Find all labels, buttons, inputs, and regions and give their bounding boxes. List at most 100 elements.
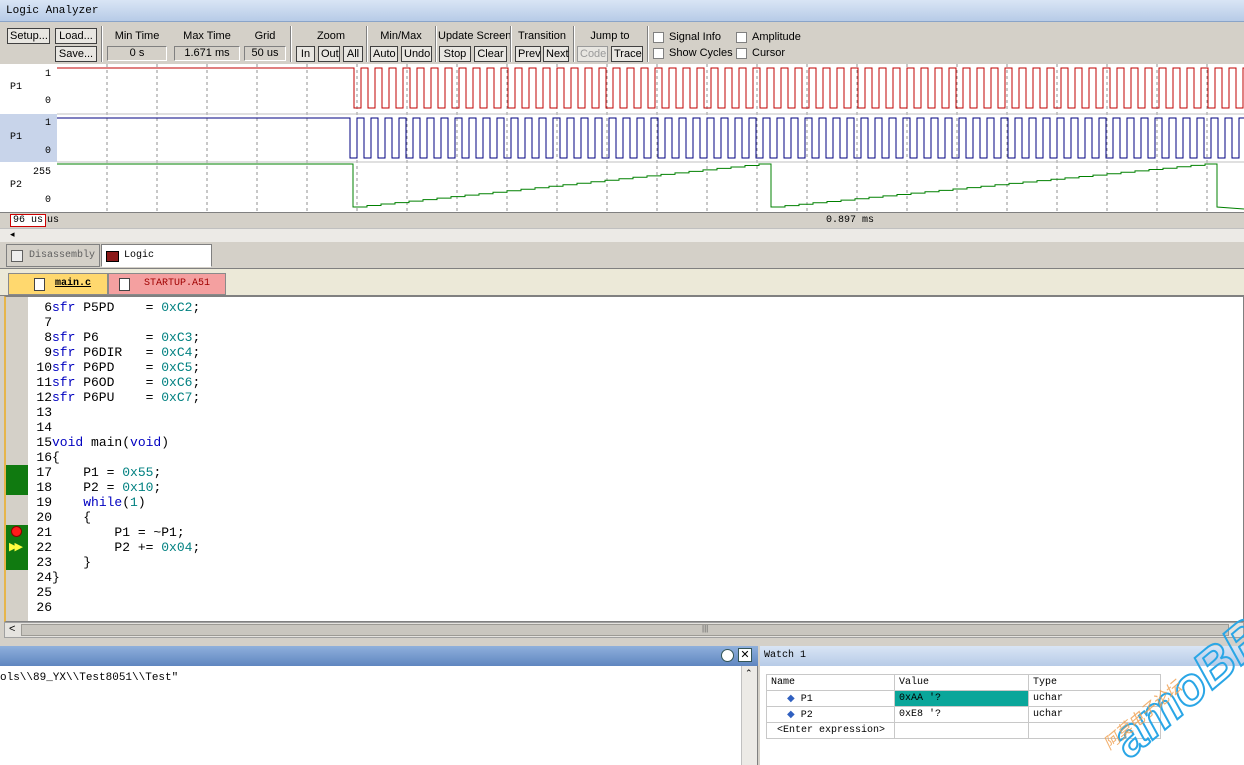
amplitude-checkbox[interactable] [736,32,747,43]
scrollbar-thumb[interactable]: ||| [21,624,1229,636]
undo-button[interactable]: Undo [401,46,432,62]
code-line[interactable]: 25 [28,585,200,600]
watch-value[interactable]: 0xE8 '? [894,706,1029,723]
signal-min: 0 [44,96,51,107]
tab-disassembly[interactable]: Disassembly [6,244,101,267]
tab-logic-analyzer[interactable]: Logic Analyzer [101,244,212,283]
code-line[interactable]: 26 [28,600,200,615]
watch-value [894,722,1029,739]
code-line[interactable]: 14 [28,420,200,435]
coverage-marker [6,465,28,480]
code-line[interactable]: 17 P1 = 0x55; [28,465,200,480]
code-line[interactable]: 23 } [28,555,200,570]
breakpoint-icon[interactable] [11,526,22,537]
window-title: Logic Analyzer [0,0,1244,22]
code-line[interactable]: 9sfr P6DIR = 0xC4; [28,345,200,360]
editor-gutter[interactable]: ▶▶ [6,297,28,621]
output-text: ols\\89_YX\\Test8051\\Test" [0,672,179,684]
close-icon[interactable]: ✕ [738,648,752,662]
watch-header-value[interactable]: Value [894,674,1029,691]
signal-row-p1-red[interactable]: P1 1 0 [0,64,57,114]
watch-type: uchar [1028,706,1161,723]
pin-icon[interactable] [721,649,734,662]
prev-button[interactable]: Prev [515,46,541,62]
save-button[interactable]: Save... [55,46,97,62]
file-tabs: main.c STARTUP.A51 [0,269,1244,296]
code-editor[interactable]: ▶▶ 6sfr P5PD = 0xC2; 7 8sfr P6 = 0xC3; 9sfr… [4,296,1244,622]
signal-row-p2[interactable]: P2 255 0 [0,162,57,212]
code-line[interactable]: 16{ [28,450,200,465]
watch-header-type[interactable]: Type [1028,674,1161,691]
setup-button[interactable]: Setup... [7,28,50,44]
signal-name: P2 [10,180,23,191]
disassembly-icon [11,250,23,262]
code-line[interactable]: 22 P2 += 0x04; [28,540,200,555]
code-line[interactable]: 15void main(void) [28,435,200,450]
coverage-marker [6,480,28,495]
logic-analyzer-icon [106,251,119,262]
clear-button[interactable]: Clear [474,46,507,62]
waveform-canvas[interactable] [57,64,1244,212]
waveform-scrollbar[interactable]: ◂ [0,228,1244,242]
auto-button[interactable]: Auto [370,46,398,62]
code-line[interactable]: 10sfr P6PD = 0xC5; [28,360,200,375]
code-line[interactable]: 11sfr P6OD = 0xC6; [28,375,200,390]
code-line[interactable]: 18 P2 = 0x10; [28,480,200,495]
signal-row-p1-blue[interactable]: P1 1 0 [0,114,57,162]
enter-expression[interactable]: <Enter expression> [766,722,895,739]
scroll-left-icon[interactable]: ◂ [10,229,15,240]
zoom-all-button[interactable]: All [343,46,363,62]
zoom-out-button[interactable]: Out [318,46,340,62]
output-scrollbar[interactable]: ⌃ [741,666,757,765]
p1-red-waveform [57,67,1244,109]
current-line-arrow-icon: ▶▶ [9,541,23,553]
minmax-label: Min/Max [380,30,422,42]
code-line[interactable]: 7 [28,315,200,330]
signal-name: P1 [10,82,23,93]
watch-type [1028,722,1161,739]
logic-analyzer-toolbar: Setup... Load... Save... Min Time 0 s Ma… [0,22,1244,64]
next-button[interactable]: Next [543,46,569,62]
code-line[interactable]: 6sfr P5PD = 0xC2; [28,300,200,315]
load-button[interactable]: Load... [55,28,97,44]
code-line[interactable]: 8sfr P6 = 0xC3; [28,330,200,345]
watch-value[interactable]: 0xAA '? [894,690,1029,707]
editor-horizontal-scrollbar[interactable]: < ||| [4,622,1244,638]
tab-label: Disassembly [29,250,96,261]
signal-info-checkbox[interactable] [653,32,664,43]
grid-value: 50 us [244,46,286,61]
watch-window[interactable]: Name Value Type ◆ P1 0xAA '? uchar ◆ P2 … [760,666,1244,765]
stop-button[interactable]: Stop [439,46,471,62]
code-line[interactable]: 12sfr P6PU = 0xC7; [28,390,200,405]
signal-name: P1 [10,132,23,143]
zoom-in-button[interactable]: In [296,46,315,62]
waveform-area[interactable]: P1 1 0 P1 1 0 P2 255 0 [0,64,1244,212]
cursor-checkbox[interactable] [736,48,747,59]
watch-header-name[interactable]: Name [766,674,895,691]
show-cycles-checkbox[interactable] [653,48,664,59]
scroll-up-icon[interactable]: ⌃ [745,668,753,679]
signal-min: 0 [44,146,51,157]
signal-max: 255 [32,167,51,178]
cursor-time: 96 us [10,214,47,227]
code-line[interactable]: 21 P1 = ~P1; [28,525,200,540]
scroll-left-icon[interactable]: < [9,623,15,635]
tab-main-c[interactable]: main.c [8,273,108,295]
min-time-value: 0 s [107,46,167,61]
variable-icon: ◆ [787,693,795,705]
code-line[interactable]: 24} [28,570,200,585]
watch-row[interactable]: ◆ P1 0xAA '? uchar [766,690,1161,707]
output-panel[interactable]: ols\\89_YX\\Test8051\\Test" ⌃ [0,666,758,765]
tab-label: main.c [55,278,92,289]
watch-row-enter[interactable]: <Enter expression> [766,722,1161,739]
tab-startup-a51[interactable]: STARTUP.A51 [108,273,226,295]
code-line[interactable]: 13 [28,405,200,420]
code-line[interactable]: 20 { [28,510,200,525]
file-icon [34,278,45,291]
watch-row[interactable]: ◆ P2 0xE8 '? uchar [766,706,1161,723]
trace-button[interactable]: Trace [611,46,643,62]
coverage-marker [6,555,28,570]
min-time-label: Min Time [114,30,160,42]
code-line[interactable]: 19 while(1) [28,495,200,510]
code-button[interactable]: Code [577,46,608,62]
